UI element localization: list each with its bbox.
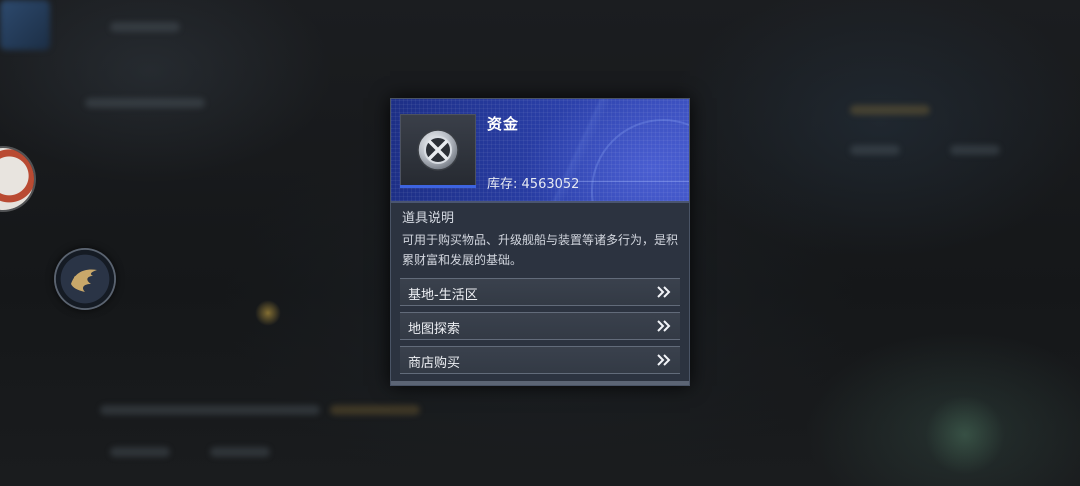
side-character-orb[interactable] bbox=[0, 148, 34, 210]
source-label: 地图探索 bbox=[408, 322, 461, 337]
header-decoration bbox=[569, 181, 689, 182]
background-bar bbox=[850, 145, 900, 155]
background-glow bbox=[925, 395, 1005, 475]
background-bar bbox=[950, 145, 1000, 155]
double-chevron-right-icon bbox=[657, 320, 671, 332]
source-button-map-exploration[interactable]: 地图探索 bbox=[400, 312, 680, 340]
source-label: 商店购买 bbox=[408, 356, 461, 371]
source-label: 基地-生活区 bbox=[408, 288, 478, 303]
header-divider bbox=[391, 201, 689, 203]
background-bar bbox=[110, 447, 170, 457]
double-chevron-right-icon bbox=[657, 286, 671, 298]
background-player-avatar bbox=[0, 0, 50, 50]
game-screen: 资金 库存: 4563052 道具说明 可用于购买物品、升级舰船与装置等诸多行为… bbox=[0, 0, 1080, 486]
description-title: 道具说明 bbox=[402, 211, 455, 226]
description-text: 可用于购买物品、升级舰船与装置等诸多行为，是积累财富和发展的基础。 bbox=[402, 233, 679, 267]
item-icon-frame bbox=[400, 114, 476, 188]
stock-value: 4563052 bbox=[521, 177, 580, 192]
background-bar bbox=[100, 405, 320, 415]
source-button-shop-purchase[interactable]: 商店购买 bbox=[400, 346, 680, 374]
item-header: 资金 库存: 4563052 bbox=[391, 99, 689, 201]
item-detail-modal: 资金 库存: 4563052 道具说明 可用于购买物品、升级舰船与装置等诸多行为… bbox=[390, 98, 690, 386]
item-name: 资金 bbox=[487, 115, 520, 133]
background-bar bbox=[110, 22, 180, 32]
phoenix-emblem-button[interactable] bbox=[54, 248, 116, 310]
background-bar bbox=[330, 405, 420, 415]
modal-bottom-border bbox=[391, 381, 689, 385]
item-stock: 库存: 4563052 bbox=[487, 173, 579, 192]
item-frame-accent bbox=[400, 185, 476, 188]
background-bar bbox=[850, 105, 930, 115]
double-chevron-right-icon bbox=[657, 354, 671, 366]
background-bar bbox=[210, 447, 270, 457]
phoenix-icon bbox=[71, 269, 97, 292]
stock-label: 库存: bbox=[487, 177, 518, 192]
coin-currency-icon bbox=[417, 129, 459, 171]
background-glow bbox=[255, 300, 281, 326]
background-bar bbox=[85, 98, 205, 108]
source-button-base-living-area[interactable]: 基地-生活区 bbox=[400, 278, 680, 306]
